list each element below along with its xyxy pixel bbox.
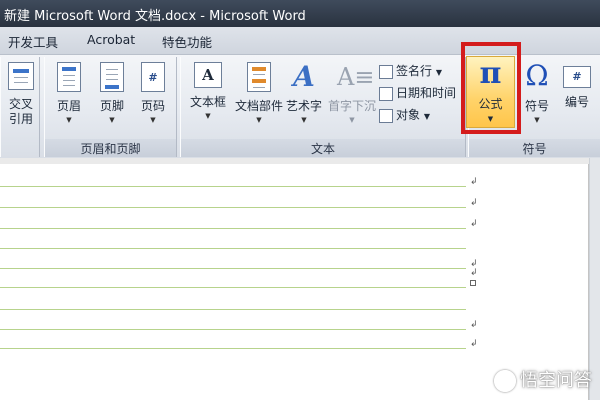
omega-icon: Ω [525, 59, 549, 92]
gridline [0, 287, 466, 288]
wordart-icon: A [293, 60, 315, 93]
signature-line-icon [379, 64, 393, 79]
cross-reference-label-line2: 引用 [8, 112, 33, 126]
watermark: 悟空问答 [494, 366, 592, 392]
gridline [0, 248, 466, 249]
wordart-dropdown-arrow[interactable]: ▼ [283, 116, 325, 124]
signature-line-label: 签名行 [396, 64, 433, 78]
date-time-button[interactable]: 日期和时间 [379, 84, 456, 104]
footer-button[interactable]: 页脚 ▼ [92, 60, 132, 136]
signature-line-button[interactable]: 签名行 ▼ [379, 62, 442, 82]
highlight-box [461, 42, 521, 134]
document-area[interactable]: ↲ ↲ ↲ ↲ ↲ ↲ ↲ [0, 158, 600, 400]
wordart-button[interactable]: A 艺术字 ▼ [283, 60, 325, 136]
tab-acrobat[interactable]: Acrobat [87, 32, 135, 47]
number-icon: # [563, 66, 591, 88]
paragraph-mark: ↲ [470, 268, 478, 278]
group-header-footer-label: 页眉和页脚 [45, 139, 176, 157]
page-number-dropdown-arrow[interactable]: ▼ [133, 116, 173, 124]
textbox-dropdown-arrow[interactable]: ▼ [185, 112, 231, 120]
group-header-footer: 页眉 ▼ 页脚 ▼ # 页码 ▼ 页眉和页脚 [44, 57, 177, 157]
page-number-label: 页码 [140, 99, 165, 113]
cross-reference-label-line1: 交叉 [8, 97, 33, 111]
tab-special-features[interactable]: 特色功能 [162, 32, 212, 51]
gridline [0, 228, 466, 229]
drop-cap-button[interactable]: A≡ 首字下沉 ▼ [327, 60, 377, 136]
object-icon [379, 108, 393, 123]
paragraph-mark: ↲ [470, 219, 478, 229]
wordart-label: 艺术字 [285, 99, 322, 113]
drop-cap-dropdown-arrow[interactable]: ▼ [327, 116, 377, 124]
quick-parts-icon [247, 62, 271, 92]
number-label: 编号 [564, 95, 589, 109]
object-label: 对象 [396, 108, 421, 122]
group-text: A 文本框 ▼ 文档部件 ▼ A 艺术字 ▼ A≡ 首字下沉 ▼ 签名行 ▼ 日… [180, 57, 466, 157]
date-time-label: 日期和时间 [396, 86, 457, 100]
gridline [0, 207, 466, 208]
drop-cap-label: 首字下沉 [327, 99, 376, 113]
watermark-text: 悟空问答 [520, 370, 592, 391]
footer-icon [100, 62, 124, 92]
gridline [0, 186, 466, 187]
symbol-dropdown-arrow[interactable]: ▼ [517, 116, 557, 124]
gridline [0, 348, 466, 349]
paragraph-mark: ↲ [470, 198, 478, 208]
footer-dropdown-arrow[interactable]: ▼ [92, 116, 132, 124]
group-text-label: 文本 [181, 139, 465, 157]
tab-developer[interactable]: 开发工具 [8, 32, 58, 51]
quick-parts-dropdown-arrow[interactable]: ▼ [231, 116, 287, 124]
paragraph-mark: ↲ [470, 320, 478, 330]
textbox-button[interactable]: A 文本框 ▼ [185, 60, 231, 136]
gridline [0, 309, 466, 310]
window-title: 新建 Microsoft Word 文档.docx - Microsoft Wo… [4, 9, 306, 24]
wukong-logo-icon [494, 370, 516, 392]
group-references-partial: 交叉 引用 [0, 57, 40, 157]
cross-reference-button[interactable]: 交叉 引用 [1, 60, 41, 136]
group-symbols-label: 符号 [469, 139, 600, 157]
gridline [0, 329, 466, 330]
symbol-button[interactable]: Ω 符号 ▼ [517, 60, 557, 136]
quick-parts-label: 文档部件 [234, 99, 283, 113]
textbox-label: 文本框 [189, 95, 226, 109]
footer-label: 页脚 [99, 99, 124, 113]
page-number-icon: # [141, 62, 165, 92]
number-button[interactable]: # 编号 [557, 60, 597, 136]
drop-cap-icon: A≡ [337, 63, 375, 91]
quick-parts-button[interactable]: 文档部件 ▼ [231, 60, 287, 136]
anchor-handle[interactable] [470, 280, 476, 286]
document-page[interactable]: ↲ ↲ ↲ ↲ ↲ ↲ ↲ [0, 164, 589, 400]
window-title-bar: 新建 Microsoft Word 文档.docx - Microsoft Wo… [0, 0, 600, 27]
vertical-scrollbar[interactable] [589, 158, 600, 400]
symbol-label: 符号 [524, 99, 549, 113]
header-icon [57, 62, 81, 92]
date-time-icon [379, 86, 393, 101]
textbox-icon: A [194, 62, 222, 88]
paragraph-mark: ↲ [470, 177, 478, 187]
object-button[interactable]: 对象 ▼ [379, 106, 430, 126]
header-dropdown-arrow[interactable]: ▼ [49, 116, 89, 124]
cross-reference-icon [8, 62, 34, 90]
page-number-button[interactable]: # 页码 ▼ [133, 60, 173, 136]
gridline [0, 268, 466, 269]
header-button[interactable]: 页眉 ▼ [49, 60, 89, 136]
paragraph-mark: ↲ [470, 339, 478, 349]
header-label: 页眉 [56, 99, 81, 113]
